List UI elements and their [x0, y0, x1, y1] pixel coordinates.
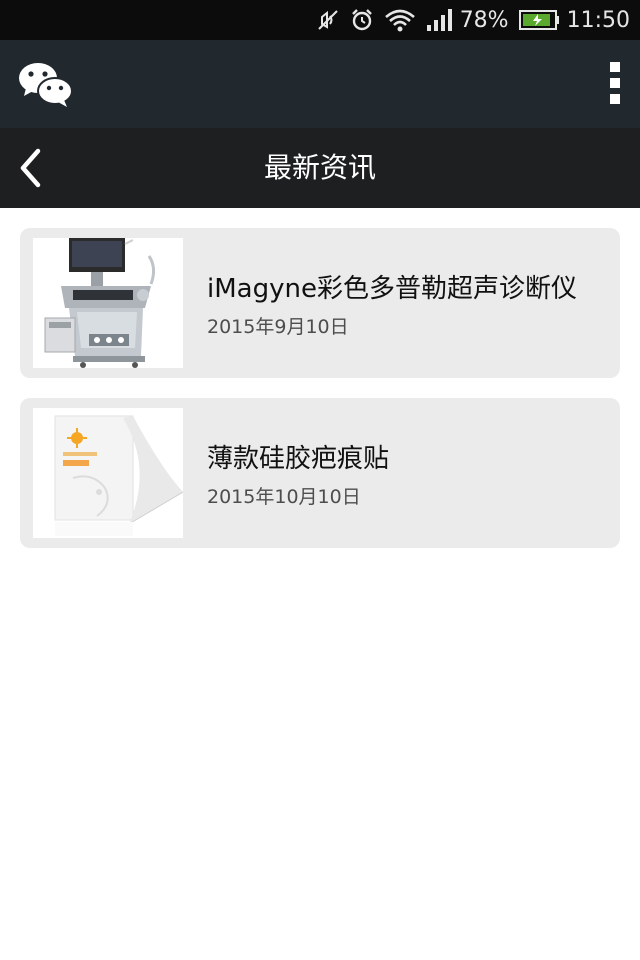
scar-patch-package-image	[33, 408, 183, 538]
status-bar: 78% 11:50	[0, 0, 640, 40]
signal-icon	[426, 7, 454, 33]
battery-percent: 78%	[459, 7, 509, 33]
more-vertical-icon[interactable]	[610, 62, 622, 106]
ultrasound-machine-image	[33, 238, 183, 368]
wifi-icon	[384, 7, 416, 33]
news-list: iMagyne彩色多普勒超声诊断仪 2015年9月10日 薄款硅胶疤痕贴 201…	[20, 228, 620, 568]
page-title: 最新资讯	[263, 151, 376, 184]
news-item[interactable]: iMagyne彩色多普勒超声诊断仪 2015年9月10日	[20, 228, 620, 378]
news-date: 2015年10月10日	[207, 486, 361, 508]
battery-charging-icon	[518, 7, 561, 33]
clock: 11:50	[566, 7, 630, 33]
news-date: 2015年9月10日	[207, 316, 349, 338]
alarm-icon	[350, 7, 374, 33]
mute-icon	[316, 7, 340, 33]
news-item[interactable]: 薄款硅胶疤痕贴 2015年10月10日	[20, 398, 620, 548]
wechat-header	[0, 40, 640, 128]
news-title: iMagyne彩色多普勒超声诊断仪	[207, 274, 577, 304]
wechat-logo-icon[interactable]	[18, 60, 74, 108]
news-title: 薄款硅胶疤痕贴	[207, 444, 390, 474]
title-bar: 最新资讯	[0, 128, 640, 208]
